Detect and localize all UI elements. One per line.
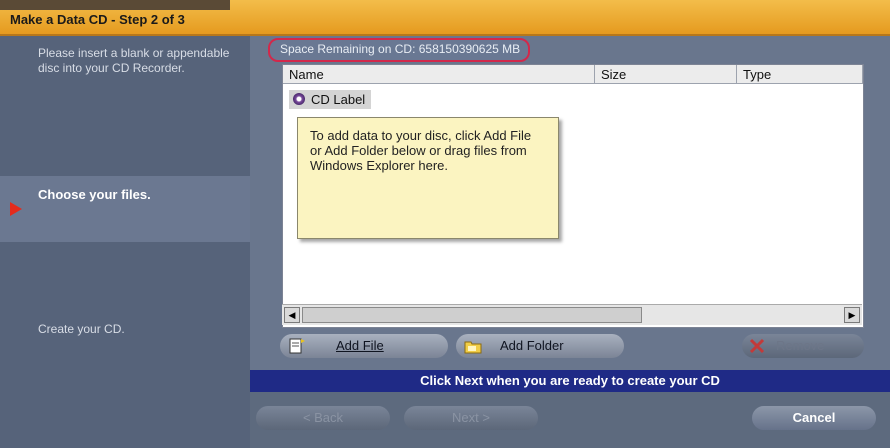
steps-sidebar <box>0 36 250 448</box>
step-create-cd: Create your CD. <box>38 322 125 336</box>
cd-label-item[interactable]: CD Label <box>289 90 372 109</box>
step-insert-disc: Please insert a blank or appendable disc… <box>38 46 230 75</box>
column-header-size[interactable]: Size <box>595 65 737 84</box>
step-choose-files: Choose your files. <box>38 187 151 202</box>
horizontal-scrollbar[interactable]: ◀ ▶ <box>282 304 862 325</box>
add-file-label: Add File <box>336 338 384 353</box>
cancel-label: Cancel <box>792 410 836 425</box>
cd-label-text: CD Label <box>311 92 366 107</box>
scroll-thumb[interactable] <box>302 307 642 323</box>
column-header-name[interactable]: Name <box>283 65 595 84</box>
scroll-left-icon[interactable]: ◀ <box>284 307 300 323</box>
remove-label: Remove <box>776 338 825 353</box>
add-file-icon <box>289 338 305 354</box>
add-folder-icon <box>464 341 482 354</box>
title-bar: Make a Data CD - Step 2 of 3 <box>0 0 890 36</box>
space-remaining: Space Remaining on CD: 658150390625 MB <box>268 38 531 62</box>
add-folder-label: Add Folder <box>500 338 564 353</box>
add-file-button[interactable]: Add File <box>280 334 448 358</box>
window-title: Make a Data CD - Step 2 of 3 <box>10 12 185 27</box>
scroll-right-icon[interactable]: ▶ <box>844 307 860 323</box>
instruction-tooltip: To add data to your disc, click Add File… <box>297 117 559 239</box>
column-header-type[interactable]: Type <box>737 65 863 84</box>
instruction-banner: Click Next when you are ready to create … <box>250 370 890 392</box>
back-label: < Back <box>302 410 344 425</box>
file-list[interactable]: Name Size Type CD Label To add data to y… <box>282 64 864 328</box>
cd-icon <box>293 93 305 105</box>
back-button[interactable]: < Back <box>256 406 390 430</box>
cancel-button[interactable]: Cancel <box>752 406 876 430</box>
current-step-arrow-icon <box>10 202 22 216</box>
remove-button[interactable]: Remove <box>742 334 864 358</box>
next-button[interactable]: Next > <box>404 406 538 430</box>
add-folder-button[interactable]: Add Folder <box>456 334 624 358</box>
remove-x-icon <box>749 338 765 354</box>
next-label: Next > <box>452 410 490 425</box>
title-accent <box>0 0 230 10</box>
current-step-band <box>0 176 250 242</box>
